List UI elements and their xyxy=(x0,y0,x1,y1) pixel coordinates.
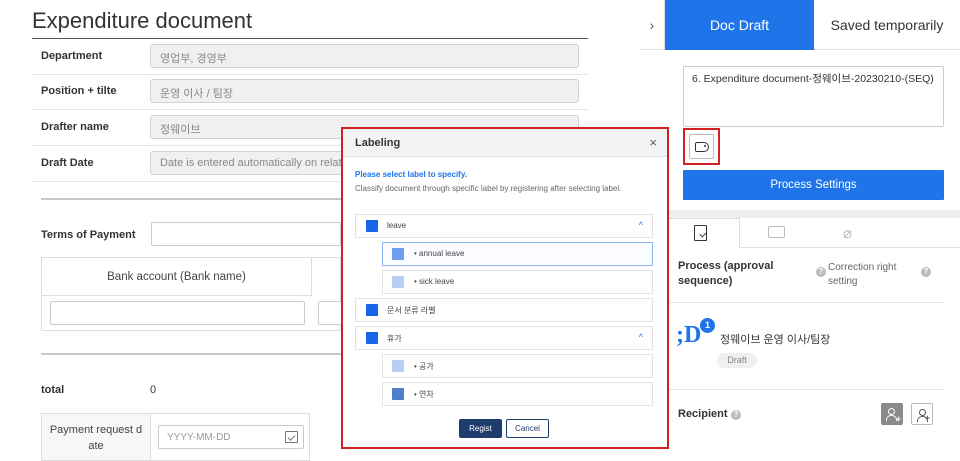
total-label: total xyxy=(41,384,65,396)
payment-request-label-line2: ate xyxy=(88,440,104,452)
calendar-icon[interactable] xyxy=(285,431,298,443)
process-settings-button[interactable]: Process Settings xyxy=(683,170,944,200)
field-label: Draft Date xyxy=(41,157,94,169)
field-label: Drafter name xyxy=(41,121,109,133)
label-text: • 연차 xyxy=(414,390,434,399)
tab-comments[interactable] xyxy=(740,218,815,248)
payment-request-label-line1: Payment request d xyxy=(49,424,143,436)
tab-process[interactable] xyxy=(665,218,740,248)
label-text: • annual leave xyxy=(414,249,465,258)
close-icon[interactable]: × xyxy=(649,135,657,150)
label-item-annual[interactable]: • 연차 xyxy=(382,382,653,406)
labeling-modal: Labeling × Please select label to specif… xyxy=(343,129,667,447)
label-group-leave[interactable]: leave ^ xyxy=(355,214,653,238)
label-group-document-classification[interactable]: 문서 분류 라벨 xyxy=(355,298,653,322)
help-icon[interactable]: ? xyxy=(816,267,826,277)
label-text: 휴가 xyxy=(387,334,402,343)
field-row-position: Position + tilte 운영 이사 / 팀장 xyxy=(32,74,588,110)
right-panel: › Doc Draft Saved temporarily 6. Expendi… xyxy=(640,0,960,461)
chevron-up-icon[interactable]: ^ xyxy=(639,332,643,342)
terms-of-payment-label: Terms of Payment xyxy=(41,229,136,241)
label-text: • 공가 xyxy=(414,362,434,371)
bank-account-table: Bank account (Bank name) xyxy=(41,257,348,331)
department-field[interactable]: 영업부, 경영부 xyxy=(150,44,579,68)
label-item-annual-leave[interactable]: • annual leave xyxy=(382,242,653,266)
tab-doc-draft[interactable]: Doc Draft xyxy=(665,0,814,50)
label-color-swatch xyxy=(366,304,378,316)
process-title: Process (approval sequence) xyxy=(678,260,774,287)
tab-saved-temporarily[interactable]: Saved temporarily xyxy=(814,0,960,50)
section-divider xyxy=(665,302,945,303)
field-label: Department xyxy=(41,50,103,62)
plus-icon: + xyxy=(895,414,901,424)
document-title-input[interactable]: 6. Expenditure document-정웨이브-20230210-(S… xyxy=(683,66,944,127)
date-placeholder: YYYY-MM-DD xyxy=(167,432,231,443)
modal-hint-primary: Please select label to specify. xyxy=(355,170,467,179)
tag-icon xyxy=(695,142,709,152)
help-icon[interactable]: ? xyxy=(731,410,741,420)
bank-account-input[interactable] xyxy=(50,301,305,325)
doc-check-icon xyxy=(694,225,707,241)
label-button-highlight xyxy=(683,128,720,165)
add-reference-button[interactable]: + xyxy=(911,403,933,425)
label-color-swatch xyxy=(392,360,404,372)
paperclip-icon: ⌀ xyxy=(843,225,853,242)
payment-request-date-label: Payment request d ate xyxy=(41,413,151,461)
panel-separator xyxy=(665,210,960,218)
label-text: • sick leave xyxy=(414,277,455,286)
cancel-button[interactable]: Cancel xyxy=(506,419,549,438)
document-title: Expenditure document xyxy=(32,8,253,33)
modal-hint-secondary: Classify document through specific label… xyxy=(355,184,622,193)
label-color-swatch xyxy=(392,248,404,260)
recipient-label: Recipient xyxy=(678,408,728,420)
label-color-swatch xyxy=(392,388,404,400)
field-label: Position + tilte xyxy=(41,85,117,97)
label-color-swatch xyxy=(392,276,404,288)
label-group-vacation[interactable]: 휴가 ^ xyxy=(355,326,653,350)
field-row-department: Department 영업부, 경영부 xyxy=(32,39,588,75)
chat-icon xyxy=(768,226,785,238)
regist-button[interactable]: Regist xyxy=(459,419,502,438)
add-user-icon xyxy=(886,408,897,421)
section-divider xyxy=(665,389,945,390)
status-badge: Draft xyxy=(717,353,757,368)
help-icon[interactable]: ? xyxy=(921,267,931,277)
approver-name: 정웨이브 운영 이사/팀장 xyxy=(720,334,831,346)
sequence-badge: 1 xyxy=(700,318,715,333)
terms-of-payment-input[interactable] xyxy=(151,222,341,246)
add-recipient-button[interactable]: + xyxy=(881,403,903,425)
label-item-sick-leave[interactable]: • sick leave xyxy=(382,270,653,294)
label-item-official-leave[interactable]: • 공가 xyxy=(382,354,653,378)
payment-request-date-input[interactable]: YYYY-MM-DD xyxy=(158,425,304,449)
total-value: 0 xyxy=(150,384,157,396)
label-button[interactable] xyxy=(689,134,714,159)
tab-attachments[interactable]: ⌀ xyxy=(815,218,890,248)
label-color-swatch xyxy=(366,220,378,232)
label-color-swatch xyxy=(366,332,378,344)
label-text: 문서 분류 라벨 xyxy=(387,306,436,315)
panel-icon-tabs: ⌀ xyxy=(665,218,960,248)
position-field[interactable]: 운영 이사 / 팀장 xyxy=(150,79,579,103)
modal-header: Labeling × xyxy=(343,129,667,157)
plus-icon: + xyxy=(924,413,930,423)
bank-account-header: Bank account (Bank name) xyxy=(42,258,312,296)
modal-title: Labeling xyxy=(355,137,401,149)
collapse-panel-button[interactable]: › xyxy=(640,0,665,50)
label-text: leave xyxy=(387,221,407,230)
chevron-up-icon[interactable]: ^ xyxy=(639,220,643,230)
correction-right-setting[interactable]: Correction right setting xyxy=(828,261,920,289)
